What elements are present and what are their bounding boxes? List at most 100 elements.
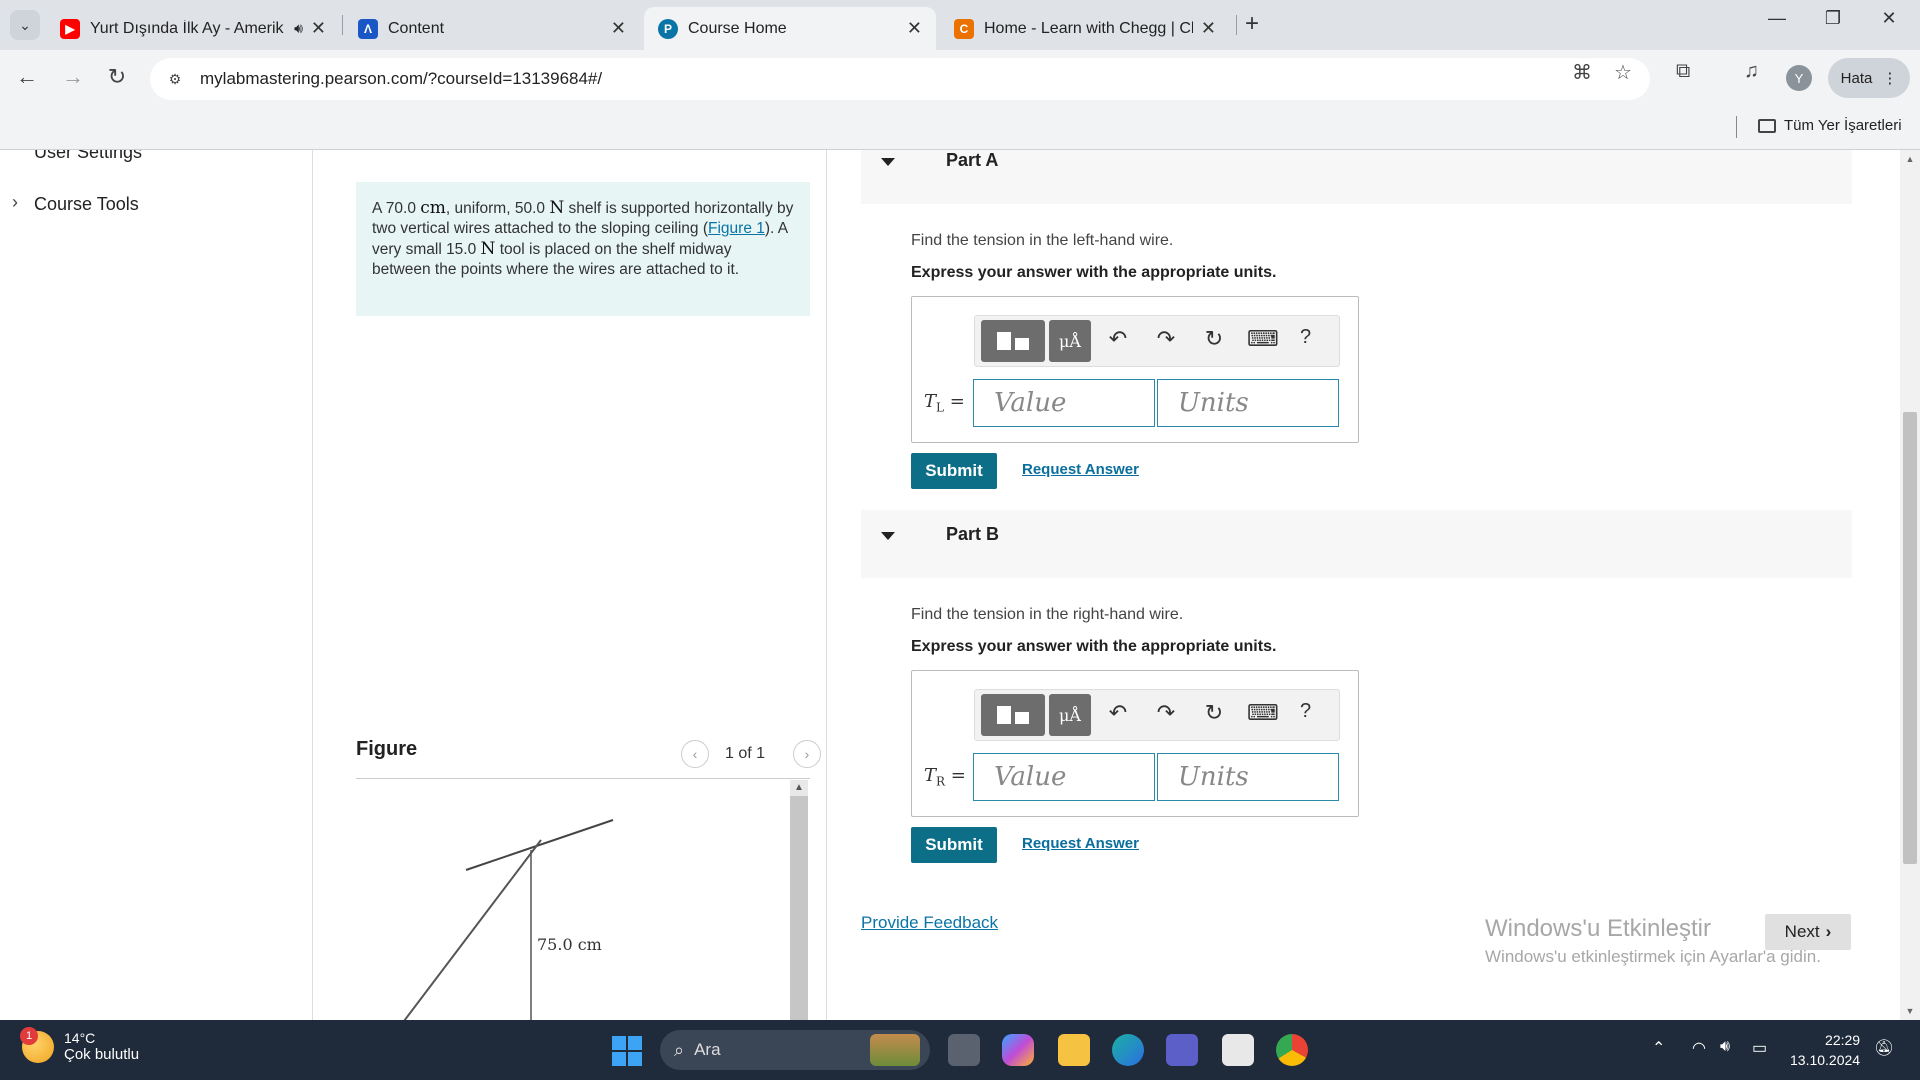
request-answer-link[interactable]: Request Answer bbox=[1022, 835, 1139, 852]
sidebar-item-course-tools[interactable]: Course Tools bbox=[34, 194, 139, 215]
profile-avatar[interactable]: Y bbox=[1786, 65, 1812, 91]
weather-widget[interactable]: 1 14°C Çok bulutlu bbox=[20, 1026, 139, 1063]
sidebar-item-user-settings[interactable]: User Settings bbox=[34, 150, 142, 163]
extensions-icon[interactable]: ⧉ bbox=[1676, 60, 1690, 83]
content-icon: Λ bbox=[358, 18, 378, 39]
weather-icon: 1 bbox=[20, 1026, 54, 1063]
tab-search-button[interactable]: ⌄ bbox=[10, 10, 40, 40]
provide-feedback-link[interactable]: Provide Feedback bbox=[861, 913, 998, 933]
scroll-down-icon[interactable]: ▼ bbox=[1900, 1006, 1920, 1016]
tab-youtube[interactable]: ▶ Yurt Dışında İlk Ay - Amerik 🔊︎ ✕ bbox=[46, 7, 340, 50]
new-tab-button[interactable]: + bbox=[1245, 10, 1259, 38]
tab-title: Home - Learn with Chegg | Che bbox=[984, 19, 1193, 37]
figure-scrollbar[interactable] bbox=[790, 780, 808, 1020]
help-icon[interactable]: ? bbox=[1300, 700, 1311, 723]
forward-icon[interactable]: → bbox=[58, 64, 88, 90]
close-window-icon[interactable]: ✕ bbox=[1874, 8, 1904, 29]
error-menu-button[interactable]: Hata ⋮ bbox=[1828, 58, 1910, 98]
units-button[interactable]: μÅ bbox=[1049, 320, 1091, 362]
bookmark-star-icon[interactable]: ☆ bbox=[1614, 60, 1632, 85]
unit-symbol: N bbox=[480, 239, 496, 259]
reset-icon[interactable]: ↻ bbox=[1199, 700, 1229, 726]
url-text[interactable]: mylabmastering.pearson.com/?courseId=131… bbox=[200, 69, 602, 89]
part-a-header[interactable]: Part A bbox=[861, 150, 1852, 204]
file-explorer-icon[interactable] bbox=[1058, 1034, 1090, 1066]
notifications-icon[interactable]: 🔕︎ bbox=[1874, 1038, 1894, 1058]
all-bookmarks-button[interactable]: Tüm Yer İşaretleri bbox=[1758, 117, 1902, 134]
caret-down-icon bbox=[881, 532, 895, 540]
tab-close-icon[interactable]: ✕ bbox=[611, 18, 626, 39]
figure-link[interactable]: Figure 1 bbox=[708, 220, 765, 237]
part-title: Part B bbox=[946, 524, 1000, 544]
value-input[interactable]: Value bbox=[973, 379, 1155, 427]
tab-chegg[interactable]: C Home - Learn with Chegg | Che ✕ bbox=[940, 7, 1230, 50]
windows-taskbar: 1 14°C Çok bulutlu ⌕ Ara ⌃ ◠ 🔊︎ ▭ 22:29 … bbox=[0, 1020, 1920, 1080]
scrollbar-thumb[interactable] bbox=[1903, 412, 1917, 864]
battery-icon[interactable]: ▭ bbox=[1752, 1038, 1767, 1058]
windows-start-icon[interactable] bbox=[612, 1036, 642, 1066]
keyboard-icon[interactable]: ⌨ bbox=[1247, 326, 1279, 352]
tab-course-home[interactable]: P Course Home ✕ bbox=[644, 7, 936, 50]
height-label: 75.0 cm bbox=[537, 935, 602, 954]
volume-icon[interactable]: 🔊︎ bbox=[1720, 1038, 1730, 1056]
clock[interactable]: 22:29 13.10.2024 bbox=[1790, 1030, 1860, 1070]
minimize-icon[interactable]: — bbox=[1762, 8, 1792, 29]
reset-icon[interactable]: ↻ bbox=[1199, 326, 1229, 352]
problem-text: A 70.0 bbox=[372, 200, 421, 217]
restore-icon[interactable]: ❐ bbox=[1818, 8, 1848, 29]
submit-button[interactable]: Submit bbox=[911, 453, 997, 489]
teams-icon[interactable] bbox=[1166, 1034, 1198, 1066]
part-a-answer-box: μÅ ↶ ↷ ↻ ⌨ ? TL = Value Units bbox=[911, 296, 1359, 443]
tab-content[interactable]: Λ Content ✕ bbox=[344, 7, 640, 50]
units-input[interactable]: Units bbox=[1157, 753, 1339, 801]
templates-button[interactable] bbox=[981, 320, 1045, 362]
store-icon[interactable] bbox=[1222, 1034, 1254, 1066]
figure-divider bbox=[356, 778, 810, 779]
address-bar[interactable]: ⚙ mylabmastering.pearson.com/?courseId=1… bbox=[150, 58, 1650, 100]
unit-symbol: N bbox=[549, 198, 565, 218]
scroll-up-icon[interactable]: ▲ bbox=[1900, 154, 1920, 164]
taskbar-search[interactable]: ⌕ Ara bbox=[660, 1030, 930, 1070]
chevron-right-icon[interactable]: › bbox=[12, 192, 18, 213]
tab-title: Content bbox=[388, 19, 445, 37]
media-icon[interactable]: ♫ bbox=[1744, 60, 1759, 83]
chrome-icon[interactable] bbox=[1276, 1034, 1308, 1066]
variable-label: TL = bbox=[924, 391, 965, 415]
part-b-instruction: Express your answer with the appropriate… bbox=[911, 638, 1277, 655]
tab-close-icon[interactable]: ✕ bbox=[907, 18, 922, 39]
templates-button[interactable] bbox=[981, 694, 1045, 736]
edge-icon[interactable] bbox=[1112, 1034, 1144, 1066]
submit-button[interactable]: Submit bbox=[911, 827, 997, 863]
request-answer-link[interactable]: Request Answer bbox=[1022, 461, 1139, 478]
back-icon[interactable]: ← bbox=[12, 64, 42, 90]
value-input[interactable]: Value bbox=[973, 753, 1155, 801]
part-b-answer-box: μÅ ↶ ↷ ↻ ⌨ ? TR = Value Units bbox=[911, 670, 1359, 817]
units-input[interactable]: Units bbox=[1157, 379, 1339, 427]
figure-next-button[interactable]: › bbox=[793, 740, 821, 768]
wifi-icon[interactable]: ◠ bbox=[1692, 1038, 1706, 1058]
part-b-header[interactable]: Part B bbox=[861, 510, 1852, 578]
copilot-icon[interactable] bbox=[1002, 1034, 1034, 1066]
figure-title: Figure bbox=[356, 738, 418, 760]
keyboard-icon[interactable]: ⌨ bbox=[1247, 700, 1279, 726]
page-scrollbar[interactable]: ▲ ▼ bbox=[1900, 150, 1920, 1020]
tab-separator bbox=[1236, 15, 1237, 35]
speaker-icon[interactable]: 🔊︎ bbox=[294, 20, 303, 37]
site-info-icon[interactable]: ⚙ bbox=[164, 68, 186, 90]
kebab-menu-icon: ⋮ bbox=[1882, 70, 1898, 87]
redo-icon[interactable]: ↷ bbox=[1151, 326, 1181, 352]
figure-prev-button[interactable]: ‹ bbox=[681, 740, 709, 768]
reload-icon[interactable]: ↻ bbox=[102, 64, 132, 90]
undo-icon[interactable]: ↶ bbox=[1103, 700, 1133, 726]
translate-icon[interactable]: ⌘ bbox=[1572, 60, 1592, 85]
tab-close-icon[interactable]: ✕ bbox=[1201, 18, 1216, 39]
chevron-up-icon[interactable]: ⌃ bbox=[1652, 1038, 1665, 1058]
task-view-icon[interactable] bbox=[948, 1034, 980, 1066]
scroll-up-icon[interactable]: ▲ bbox=[790, 780, 808, 796]
undo-icon[interactable]: ↶ bbox=[1103, 326, 1133, 352]
units-button[interactable]: μÅ bbox=[1049, 694, 1091, 736]
next-button[interactable]: Next › bbox=[1765, 914, 1851, 950]
redo-icon[interactable]: ↷ bbox=[1151, 700, 1181, 726]
tab-close-icon[interactable]: ✕ bbox=[311, 18, 326, 39]
help-icon[interactable]: ? bbox=[1300, 326, 1311, 349]
